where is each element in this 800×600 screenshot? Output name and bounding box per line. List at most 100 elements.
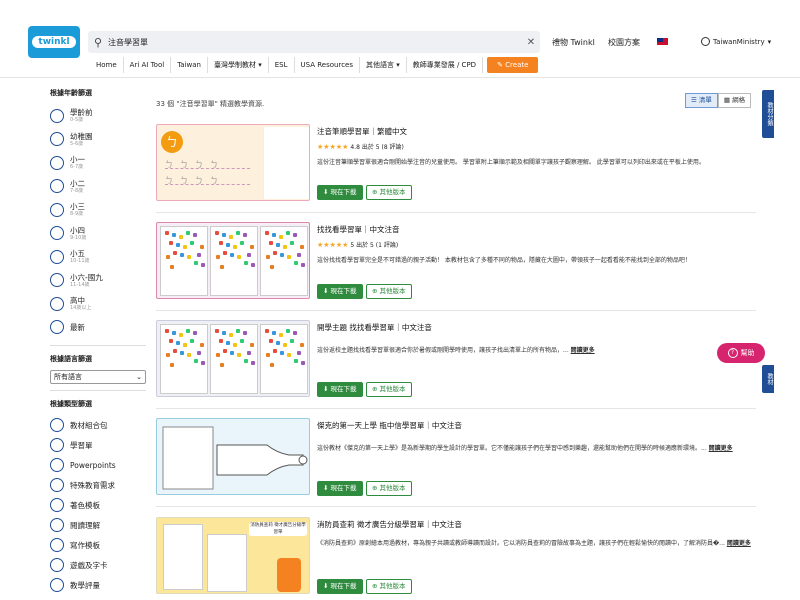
radio-button[interactable] <box>50 518 64 532</box>
nav-ari-ai[interactable]: Ari AI Tool <box>124 57 172 73</box>
resource-tab[interactable]: 教材 <box>762 365 774 393</box>
radio-button[interactable] <box>50 320 64 335</box>
search-input[interactable]: 注音學習單 <box>108 37 522 48</box>
grid-view-button[interactable]: ▦ 網格 <box>717 93 752 108</box>
radio-button[interactable] <box>50 296 64 311</box>
category-tab[interactable]: 教材分類 <box>762 90 774 138</box>
clear-search-icon[interactable]: ✕ <box>522 37 540 48</box>
type-filter-option[interactable]: 學習單 <box>50 435 150 455</box>
radio-button[interactable] <box>50 458 64 472</box>
picture-item <box>294 359 298 363</box>
type-filter-option[interactable]: 閱讀理解 <box>50 515 150 535</box>
type-filter-option[interactable]: 寫作模板 <box>50 535 150 555</box>
age-filter-option[interactable]: 小三 8-9歲 <box>50 198 150 222</box>
radio-button[interactable] <box>50 226 64 241</box>
type-filter-title: 根據類型篩選 <box>50 400 92 408</box>
type-filter-option[interactable]: 特殊教育需求 <box>50 475 150 495</box>
radio-button[interactable] <box>50 132 64 147</box>
download-button[interactable]: ⬇ 現在下載 <box>317 284 363 299</box>
help-button[interactable]: ? 幫助 <box>717 343 765 363</box>
resource-thumbnail[interactable] <box>156 418 310 495</box>
picture-item <box>237 353 241 357</box>
nav-other-languages[interactable]: 其他語言 ▾ <box>360 57 407 73</box>
type-filter-option[interactable]: 遊戲及字卡 <box>50 555 150 575</box>
age-filter-option[interactable]: 最新 <box>50 316 150 340</box>
nav-taiwan[interactable]: Taiwan <box>171 57 208 73</box>
plus-icon: ⊕ <box>372 287 380 295</box>
school-plan-link[interactable]: 校園方案 <box>608 37 640 48</box>
language-select[interactable]: 所有語言 ⌄ <box>50 370 146 384</box>
search-bar[interactable]: ⚲ 注音學習單 ✕ <box>88 31 540 53</box>
picture-item <box>266 353 270 357</box>
age-filter-option[interactable]: 小六-國九 11-14歲 <box>50 269 150 293</box>
account-menu[interactable]: TaiwanMinistry ▾ <box>701 37 771 46</box>
other-versions-button[interactable]: ⊕ 其他版本 <box>366 185 412 200</box>
resource-thumbnail[interactable]: ㄅ ㄅㄅㄅㄅ ㄅㄅㄅㄅ <box>156 124 310 201</box>
download-label: 現在下載 <box>330 287 357 295</box>
radio-button[interactable] <box>50 249 64 264</box>
radio-button[interactable] <box>50 179 64 194</box>
picture-item <box>251 361 255 365</box>
age-filter-option[interactable]: 小四 9-10歲 <box>50 222 150 246</box>
picture-item <box>250 245 254 249</box>
resource-thumbnail[interactable] <box>156 222 310 299</box>
type-label: 遊戲及字卡 <box>70 560 108 570</box>
download-icon: ⬇ <box>323 287 331 295</box>
other-versions-button[interactable]: ⊕ 其他版本 <box>366 579 412 594</box>
resource-title[interactable]: 找找看學習單｜中文注音 <box>317 224 400 235</box>
radio-button[interactable] <box>50 538 64 552</box>
age-filter-option[interactable]: 小五 10-11歲 <box>50 245 150 269</box>
picture-item <box>233 245 237 249</box>
nav-taiwan-curriculum[interactable]: 臺灣學制教材 ▾ <box>208 57 269 73</box>
read-more-link[interactable]: 閱讀更多 <box>727 540 751 547</box>
download-button[interactable]: ⬇ 現在下載 <box>317 579 363 594</box>
other-versions-label: 其他版本 <box>379 385 406 393</box>
download-button[interactable]: ⬇ 現在下載 <box>317 481 363 496</box>
radio-button[interactable] <box>50 558 64 572</box>
nav-cpd[interactable]: 教師專業發展 / CPD <box>407 57 484 73</box>
radio-button[interactable] <box>50 578 64 592</box>
type-filter-option[interactable]: 教學評量 <box>50 575 150 595</box>
other-versions-button[interactable]: ⊕ 其他版本 <box>366 382 412 397</box>
list-view-button[interactable]: ☰ 清單 <box>685 93 718 108</box>
picture-item <box>293 233 297 237</box>
radio-button[interactable] <box>50 202 64 217</box>
read-more-link[interactable]: 閱讀更多 <box>571 347 595 354</box>
radio-button[interactable] <box>50 498 64 512</box>
nav-esl[interactable]: ESL <box>269 57 295 73</box>
age-filter-option[interactable]: 小二 7-8歲 <box>50 175 150 199</box>
download-button[interactable]: ⬇ 現在下載 <box>317 382 363 397</box>
resource-thumbnail[interactable]: 消防員查莉 徵才廣告分級學習單 <box>156 517 310 594</box>
gift-link[interactable]: 禮物 Twinkl <box>552 37 595 48</box>
download-button[interactable]: ⬇ 現在下載 <box>317 185 363 200</box>
radio-button[interactable] <box>50 273 64 288</box>
picture-item <box>229 333 233 337</box>
nav-home[interactable]: Home <box>90 57 124 73</box>
type-label: 著色模板 <box>70 500 100 510</box>
type-filter-option[interactable]: 著色模板 <box>50 495 150 515</box>
nav-usa-resources[interactable]: USA Resources <box>295 57 360 73</box>
resource-thumbnail[interactable] <box>156 320 310 397</box>
radio-button[interactable] <box>50 155 64 170</box>
type-filter-option[interactable]: Powerpoints <box>50 455 150 475</box>
resource-title[interactable]: 注音筆順學習單｜繁體中文 <box>317 126 407 137</box>
resource-title[interactable]: 開學主題 找找看學習單｜中文注音 <box>317 322 432 333</box>
other-versions-button[interactable]: ⊕ 其他版本 <box>366 481 412 496</box>
radio-button[interactable] <box>50 478 64 492</box>
taiwan-flag-icon[interactable] <box>657 38 668 45</box>
radio-button[interactable] <box>50 108 64 123</box>
age-filter-option[interactable]: 學齡前 0-5歲 <box>50 104 150 128</box>
other-versions-button[interactable]: ⊕ 其他版本 <box>366 284 412 299</box>
create-button[interactable]: ✎ Create <box>487 57 539 73</box>
resource-title[interactable]: 消防員查莉 徵才廣告分級學習單｜中文注音 <box>317 519 462 530</box>
resource-title[interactable]: 傑克的第一天上學 瓶中信學習單｜中文注音 <box>317 420 462 431</box>
age-filter-option[interactable]: 高中 14歲以上 <box>50 292 150 316</box>
twinkl-logo[interactable]: twinkl <box>28 26 80 58</box>
read-more-link[interactable]: 閱讀更多 <box>709 445 733 452</box>
type-filter-option[interactable]: 教材組合包 <box>50 415 150 435</box>
age-filter-option[interactable]: 小一 6-7歲 <box>50 151 150 175</box>
bottle-illustration <box>162 426 308 490</box>
radio-button[interactable] <box>50 438 64 452</box>
age-filter-option[interactable]: 幼稚園 5-6歲 <box>50 128 150 152</box>
radio-button[interactable] <box>50 418 64 432</box>
